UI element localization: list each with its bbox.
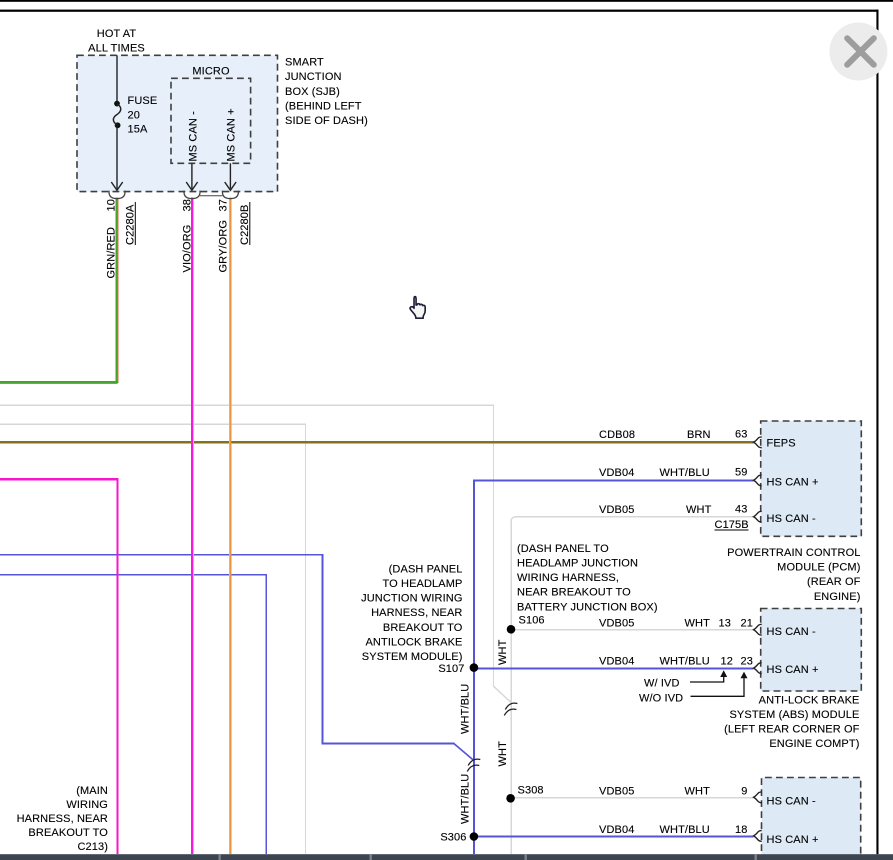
svg-text:43: 43 xyxy=(735,504,747,516)
svg-text:WHT: WHT xyxy=(686,504,712,516)
svg-text:(MAIN: (MAIN xyxy=(76,785,108,797)
svg-text:FUSE: FUSE xyxy=(128,95,158,107)
svg-text:GRY/ORG: GRY/ORG xyxy=(218,220,230,273)
svg-text:63: 63 xyxy=(735,429,747,441)
svg-text:HS CAN +: HS CAN + xyxy=(767,477,819,489)
svg-text:SYSTEM (ABS) MODULE: SYSTEM (ABS) MODULE xyxy=(729,709,859,721)
svg-text:ANTILOCK BRAKE: ANTILOCK BRAKE xyxy=(365,636,462,648)
svg-text:9: 9 xyxy=(741,786,747,798)
svg-text:WHT/BLU: WHT/BLU xyxy=(460,774,472,824)
svg-text:CDB08: CDB08 xyxy=(599,429,635,441)
svg-text:NEAR BREAKOUT TO: NEAR BREAKOUT TO xyxy=(517,587,631,599)
svg-text:HARNESS, NEAR: HARNESS, NEAR xyxy=(17,813,108,825)
svg-text:18: 18 xyxy=(735,824,747,836)
svg-text:HOT AT: HOT AT xyxy=(97,28,137,40)
svg-text:BREAKOUT TO: BREAKOUT TO xyxy=(383,622,463,634)
svg-text:ALL TIMES: ALL TIMES xyxy=(88,43,145,55)
svg-text:POWERTRAIN CONTROL: POWERTRAIN CONTROL xyxy=(727,547,860,559)
svg-text:15A: 15A xyxy=(128,124,148,136)
svg-text:TO HEADLAMP: TO HEADLAMP xyxy=(383,578,463,590)
svg-text:20: 20 xyxy=(128,109,140,121)
svg-text:VDB05: VDB05 xyxy=(599,504,634,516)
svg-text:HS CAN -: HS CAN - xyxy=(767,513,816,525)
svg-text:(REAR OF: (REAR OF xyxy=(807,576,861,588)
svg-text:VDB04: VDB04 xyxy=(599,467,634,479)
svg-text:C2280A: C2280A xyxy=(125,204,137,245)
svg-text:12: 12 xyxy=(721,656,733,668)
svg-text:38: 38 xyxy=(182,199,194,211)
svg-text:13: 13 xyxy=(719,618,731,630)
svg-text:(LEFT REAR CORNER OF: (LEFT REAR CORNER OF xyxy=(724,724,860,736)
svg-text:21: 21 xyxy=(741,618,753,630)
svg-text:BOX (SJB): BOX (SJB) xyxy=(285,86,340,98)
svg-text:23: 23 xyxy=(741,656,753,668)
svg-text:MS CAN +: MS CAN + xyxy=(225,108,237,161)
svg-text:ANTI-LOCK BRAKE: ANTI-LOCK BRAKE xyxy=(759,695,860,707)
svg-text:MS CAN -: MS CAN - xyxy=(188,111,200,162)
svg-text:WHT/BLU: WHT/BLU xyxy=(660,656,710,668)
svg-text:W/ IVD: W/ IVD xyxy=(644,678,680,690)
svg-text:HARNESS, NEAR: HARNESS, NEAR xyxy=(371,607,462,619)
svg-text:GRN/RED: GRN/RED xyxy=(106,227,118,279)
svg-text:WHT: WHT xyxy=(685,618,711,630)
svg-text:HS CAN -: HS CAN - xyxy=(767,796,816,808)
svg-text:SIDE OF DASH): SIDE OF DASH) xyxy=(285,115,368,127)
svg-text:BREAKOUT TO: BREAKOUT TO xyxy=(28,827,108,839)
svg-text:59: 59 xyxy=(735,467,747,479)
svg-text:MODULE (PCM): MODULE (PCM) xyxy=(777,562,860,574)
svg-text:C175B: C175B xyxy=(715,519,749,531)
svg-text:VIO/ORG: VIO/ORG xyxy=(182,225,194,273)
svg-text:C213): C213) xyxy=(77,841,108,853)
svg-text:WHT/BLU: WHT/BLU xyxy=(660,467,710,479)
svg-text:BATTERY JUNCTION BOX): BATTERY JUNCTION BOX) xyxy=(517,601,658,613)
svg-text:S308: S308 xyxy=(518,785,544,797)
svg-text:(BEHIND LEFT: (BEHIND LEFT xyxy=(285,100,362,112)
svg-text:(DASH PANEL: (DASH PANEL xyxy=(389,564,463,576)
svg-text:W/O IVD: W/O IVD xyxy=(639,693,683,705)
svg-text:SMART: SMART xyxy=(285,57,324,69)
svg-text:WHT: WHT xyxy=(497,639,509,665)
svg-text:S106: S106 xyxy=(519,615,545,627)
svg-text:(DASH PANEL TO: (DASH PANEL TO xyxy=(517,543,609,555)
svg-text:C2280B: C2280B xyxy=(239,205,251,245)
svg-text:VDB04: VDB04 xyxy=(599,824,634,836)
svg-text:37: 37 xyxy=(218,199,230,211)
svg-text:VDB05: VDB05 xyxy=(599,618,634,630)
svg-text:HS CAN -: HS CAN - xyxy=(767,626,816,638)
svg-text:WHT: WHT xyxy=(685,786,711,798)
svg-text:WIRING: WIRING xyxy=(66,799,108,811)
svg-text:WHT/BLU: WHT/BLU xyxy=(660,824,710,836)
svg-text:HS CAN +: HS CAN + xyxy=(767,664,819,676)
svg-text:BRN: BRN xyxy=(687,429,711,441)
svg-text:S306: S306 xyxy=(440,832,466,844)
svg-text:S107: S107 xyxy=(438,663,464,675)
svg-text:SYSTEM MODULE): SYSTEM MODULE) xyxy=(362,651,463,663)
svg-text:HEADLAMP JUNCTION: HEADLAMP JUNCTION xyxy=(517,558,638,570)
svg-text:JUNCTION WIRING: JUNCTION WIRING xyxy=(361,593,462,605)
svg-text:VDB04: VDB04 xyxy=(599,656,634,668)
svg-text:ENGINE): ENGINE) xyxy=(814,591,861,603)
svg-text:ENGINE COMPT): ENGINE COMPT) xyxy=(769,738,859,750)
svg-text:HS CAN +: HS CAN + xyxy=(767,834,819,846)
svg-text:WHT: WHT xyxy=(497,741,509,767)
svg-text:JUNCTION: JUNCTION xyxy=(285,71,342,83)
svg-text:FEPS: FEPS xyxy=(767,438,796,450)
svg-text:VDB05: VDB05 xyxy=(599,786,634,798)
svg-text:WIRING HARNESS,: WIRING HARNESS, xyxy=(517,572,619,584)
svg-text:WHT/BLU: WHT/BLU xyxy=(460,684,472,734)
svg-text:10: 10 xyxy=(106,199,118,211)
svg-text:MICRO: MICRO xyxy=(192,66,230,78)
